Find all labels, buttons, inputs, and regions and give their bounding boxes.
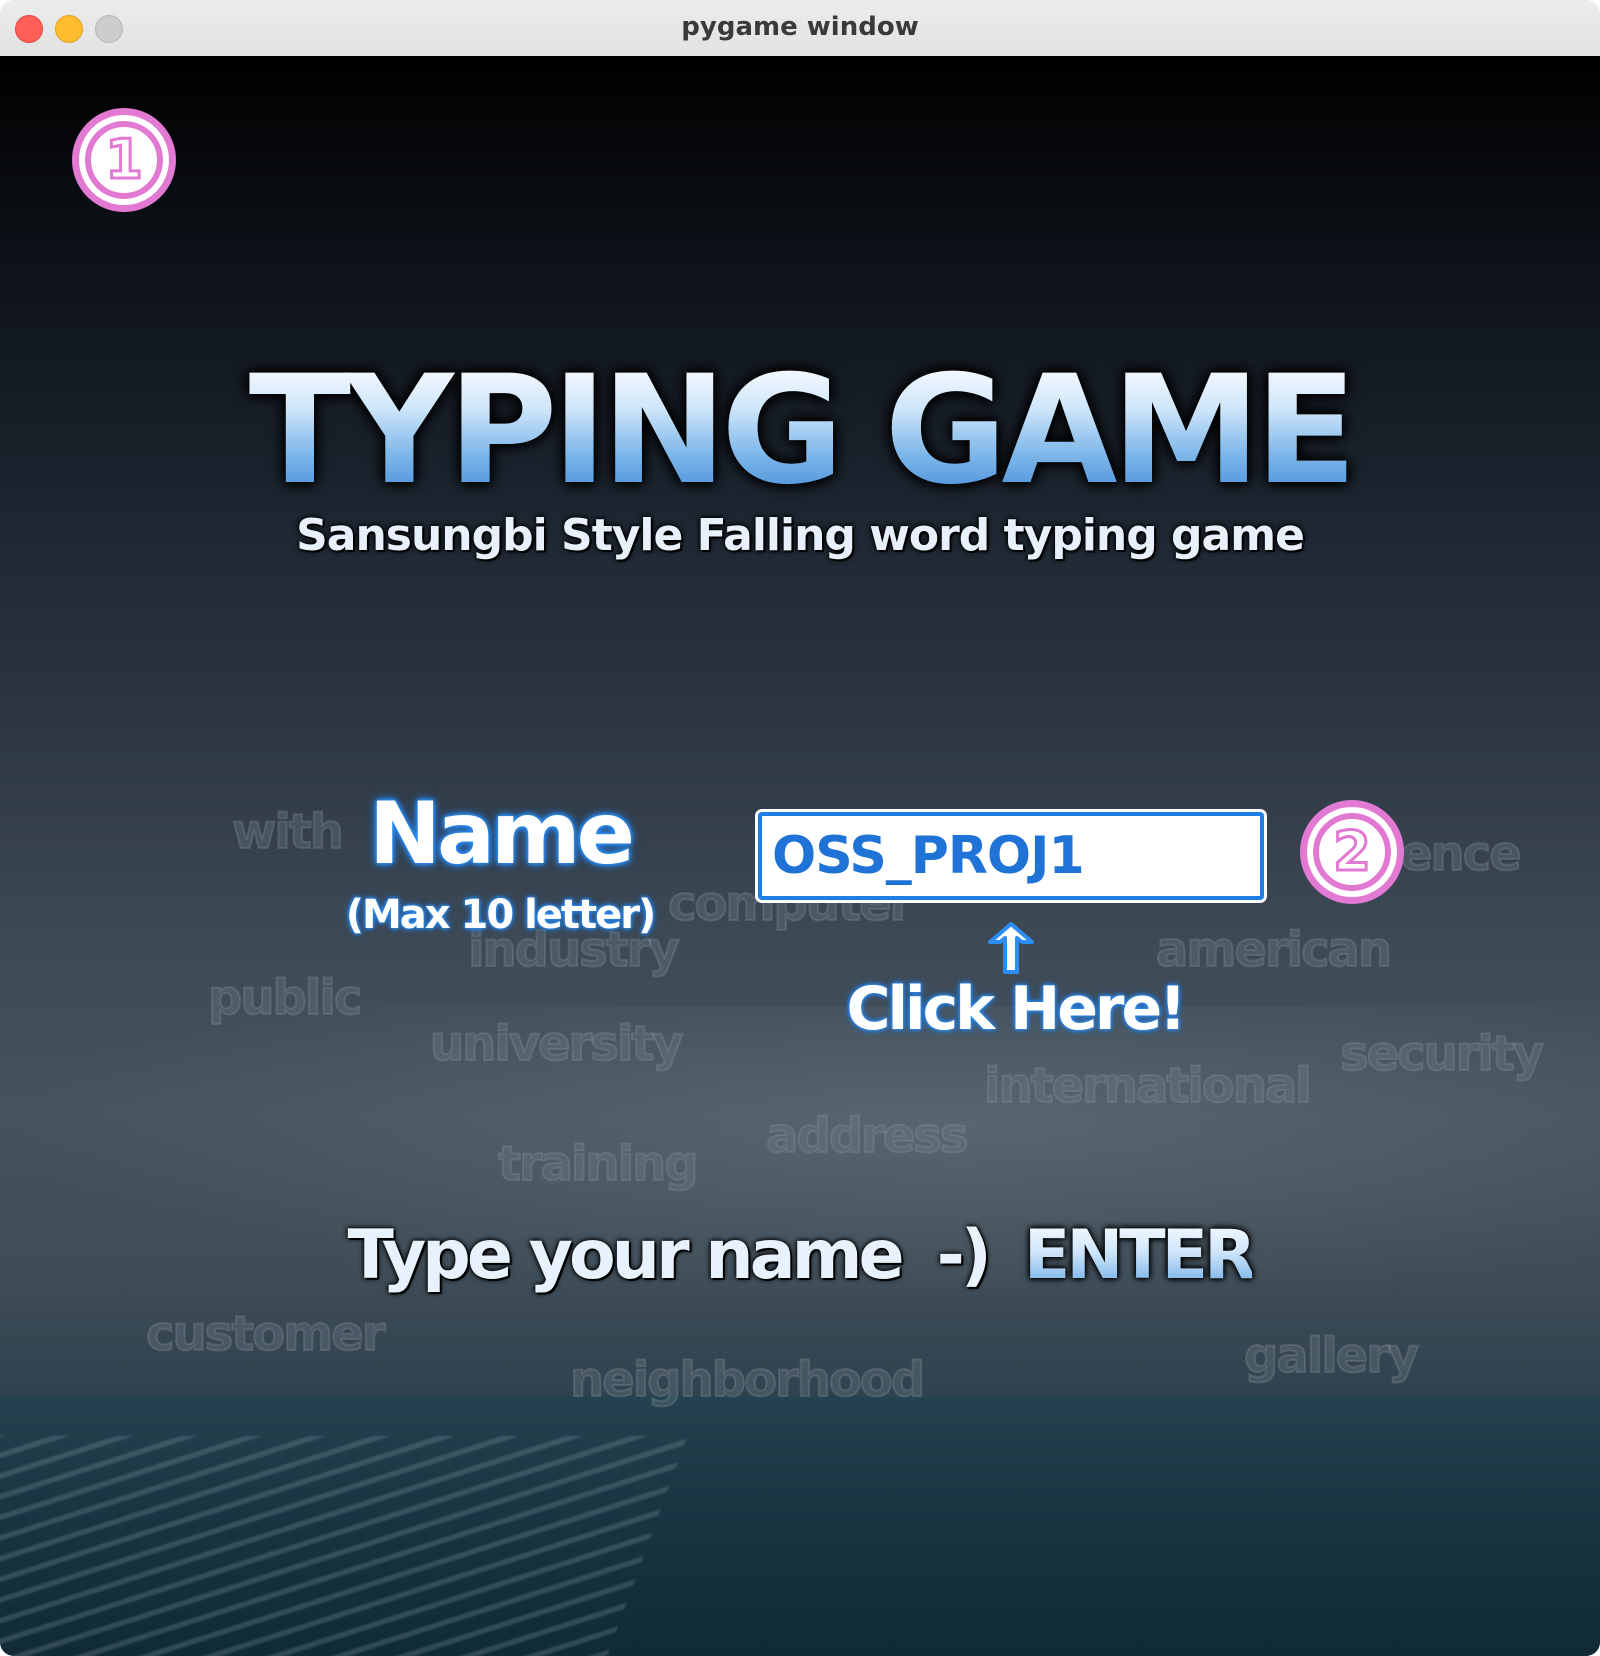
- background-word: ence: [1399, 825, 1523, 883]
- enter-instruction: Type your name -) ENTER: [0, 1216, 1600, 1295]
- background-word: security: [1339, 1025, 1545, 1083]
- arrow-up-icon: [988, 922, 1034, 974]
- name-input[interactable]: [755, 809, 1267, 903]
- annotation-marker-1: 1: [72, 108, 176, 212]
- annotation-marker-2: 2: [1300, 800, 1404, 904]
- enter-key-label: ENTER: [1023, 1216, 1257, 1295]
- marker-number: 1: [85, 121, 163, 199]
- background-word: neighborhood: [569, 1351, 926, 1409]
- background-word: international: [983, 1057, 1313, 1115]
- instruction-text: Type your name: [347, 1216, 905, 1295]
- title-bar: pygame window: [0, 0, 1600, 57]
- background-word: american: [1155, 921, 1393, 979]
- name-label: Name: [369, 784, 635, 884]
- background-surf: [0, 1436, 688, 1656]
- background-word: training: [497, 1135, 700, 1193]
- game-canvas: with computer industry public university…: [0, 56, 1600, 1656]
- window-title: pygame window: [681, 12, 919, 42]
- background-word: public: [207, 969, 363, 1027]
- background-word: customer: [145, 1305, 386, 1363]
- background-word: with: [231, 803, 345, 861]
- background-word: address: [765, 1107, 969, 1165]
- click-here-hint: Click Here!: [846, 974, 1186, 1044]
- game-title: TYPING GAME: [0, 356, 1600, 506]
- marker-number: 2: [1313, 813, 1391, 891]
- game-subtitle: Sansungbi Style Falling word typing game: [296, 510, 1305, 561]
- name-length-hint: (Max 10 letter): [345, 892, 657, 938]
- instruction-arrow: -): [936, 1216, 992, 1295]
- background-word: university: [429, 1015, 685, 1073]
- background-word: gallery: [1243, 1327, 1420, 1385]
- app-window: pygame window with computer industry pub…: [0, 0, 1600, 1656]
